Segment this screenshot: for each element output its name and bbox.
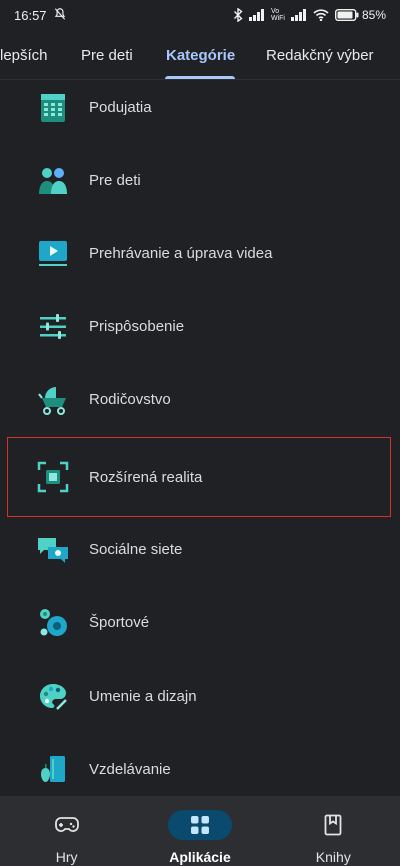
active-tab-indicator <box>165 76 235 79</box>
category-label: Rodičovstvo <box>89 391 171 408</box>
category-item-social[interactable]: Sociálne siete <box>0 513 400 586</box>
wifi-icon <box>313 9 329 21</box>
vowifi-top: Vo <box>270 8 280 15</box>
nav-games-label: Hry <box>55 849 78 865</box>
nav-apps-icon-wrap <box>167 810 232 840</box>
category-item-video[interactable]: Prehrávanie a úprava videa <box>0 217 400 290</box>
status-right: Vo WiFi 85% <box>233 8 386 22</box>
category-item-parenting[interactable]: Rodičovstvo <box>0 363 400 436</box>
category-item-sports[interactable]: Športové <box>0 586 400 659</box>
category-label: Prehrávanie a úprava videa <box>89 245 273 262</box>
nav-books-icon-wrap <box>301 810 365 840</box>
nav-books-label: Knihy <box>315 849 351 865</box>
status-time: 16:57 <box>14 7 47 23</box>
category-label: Umenie a dizajn <box>89 688 197 705</box>
category-label: Rozšírená realita <box>89 468 203 486</box>
category-label: Podujatia <box>89 99 152 116</box>
nav-books[interactable]: Knihy <box>267 796 400 866</box>
battery-percent: 85% <box>361 8 386 22</box>
category-item-personalization[interactable]: Prispôsobenie <box>0 290 400 363</box>
chat-bubbles-icon <box>36 533 70 567</box>
nav-apps-label: Aplikácie <box>169 849 231 865</box>
category-item-events[interactable]: Podujatia <box>0 80 400 144</box>
tab-categories[interactable]: Kategórie <box>166 30 235 80</box>
nav-apps[interactable]: Aplikácie <box>133 796 266 866</box>
bookmark-book-icon <box>324 814 342 836</box>
category-item-augmented-reality[interactable]: Rozšírená realita <box>0 437 400 517</box>
nav-games[interactable]: Hry <box>0 796 133 866</box>
gamepad-icon <box>54 817 79 832</box>
tab-top-charts[interactable]: lepších <box>0 30 48 80</box>
play-store-screen: 16:57 Vo WiFi 85% lepších Pre deti Kateg… <box>0 0 400 866</box>
tab-editors-choice[interactable]: Redakčný výber <box>266 30 374 80</box>
category-item-art-design[interactable]: Umenie a dizajn <box>0 660 400 733</box>
video-play-icon <box>36 237 70 271</box>
bluetooth-icon <box>233 8 243 22</box>
battery-icon <box>334 9 359 21</box>
status-bar: 16:57 Vo WiFi 85% <box>0 0 400 30</box>
category-list: Podujatia Pre deti Prehrávanie a úprava … <box>0 80 400 796</box>
nav-games-icon-wrap <box>35 810 99 840</box>
status-left: 16:57 <box>14 7 67 24</box>
apps-grid-icon <box>190 816 209 834</box>
stroller-icon <box>36 383 70 417</box>
category-label: Pre deti <box>89 172 141 189</box>
augmented-reality-icon <box>36 460 70 494</box>
sports-ball-icon <box>36 606 70 640</box>
calendar-icon <box>36 91 70 125</box>
palette-icon <box>36 680 70 714</box>
category-item-kids[interactable]: Pre deti <box>0 144 400 217</box>
category-label: Vzdelávanie <box>89 761 171 778</box>
bottom-navigation: Hry Aplikácie Knihy <box>0 796 400 866</box>
tab-kids[interactable]: Pre deti <box>81 30 133 80</box>
education-book-icon <box>36 753 70 787</box>
category-tabs: lepších Pre deti Kategórie Redakčný výbe… <box>0 30 400 80</box>
category-label: Prispôsobenie <box>89 318 185 335</box>
signal-icon <box>248 9 265 21</box>
vowifi-bottom: WiFi <box>270 15 285 22</box>
sliders-icon <box>36 310 70 344</box>
battery-indicator: 85% <box>334 8 386 22</box>
category-label: Sociálne siete <box>89 541 183 558</box>
category-item-education[interactable]: Vzdelávanie <box>0 733 400 796</box>
kids-icon <box>36 164 70 198</box>
category-label: Športové <box>89 614 150 631</box>
signal-icon-2 <box>290 9 307 21</box>
mute-bell-icon <box>53 7 67 24</box>
vowifi-indicator: Vo WiFi <box>271 8 285 22</box>
